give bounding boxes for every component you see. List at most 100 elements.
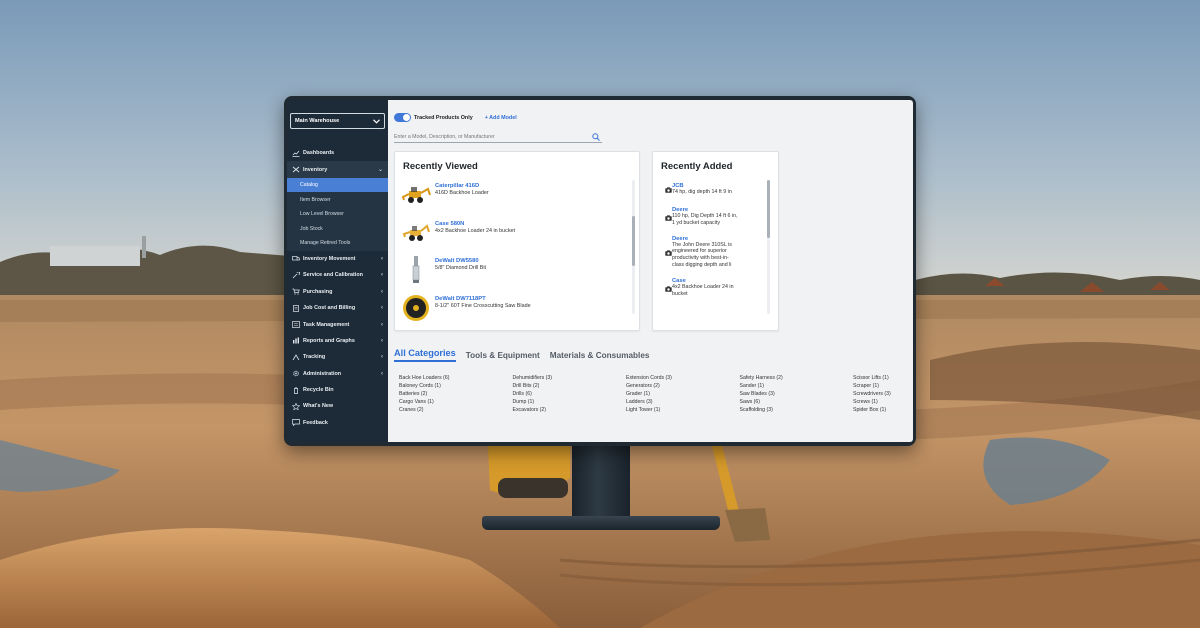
sidebar-item-job-cost-billing[interactable]: Job Cost and Billing ‹ xyxy=(287,300,388,316)
category-link[interactable]: Sander (1) xyxy=(740,382,854,390)
sidebar-item-inventory[interactable]: Inventory ⌄ xyxy=(287,161,388,178)
list-item[interactable]: DeWalt DW5580 5/8" Diamond Drill Bit xyxy=(401,255,629,293)
category-link[interactable]: Ladders (3) xyxy=(626,398,740,406)
catalog-search xyxy=(394,131,602,143)
sidebar-item-label: Purchasing xyxy=(303,288,333,295)
product-name[interactable]: DeWalt DW5580 xyxy=(435,258,486,264)
category-link[interactable]: Dehumidifiers (3) xyxy=(513,374,627,382)
list-item[interactable]: JCB 74 hp, dig depth 14 ft 9 in xyxy=(665,180,765,198)
monitor-stand-base xyxy=(482,516,720,530)
sidebar-item-task-management[interactable]: Task Management ‹ xyxy=(287,316,388,332)
category-link[interactable]: Drills (6) xyxy=(513,390,627,398)
category-link[interactable]: Cargo Vans (1) xyxy=(399,398,513,406)
sidebar-item-administration[interactable]: Administration ‹ xyxy=(287,365,388,381)
recently-added-scrollbar[interactable] xyxy=(767,180,770,314)
sidebar-item-inventory-movement[interactable]: Inventory Movement ‹ xyxy=(287,251,388,267)
category-link[interactable]: Drill Bits (2) xyxy=(513,382,627,390)
list-item[interactable]: Deere 110 hp, Dig Depth 14 ft 6 in, 1 yd… xyxy=(665,207,765,227)
tab-tools-equipment[interactable]: Tools & Equipment xyxy=(466,351,540,362)
recently-added-title: Recently Added xyxy=(661,161,733,172)
list-item[interactable]: Case 580N 4x2 Backhoe Loader 24 in bucke… xyxy=(401,218,629,256)
description-line: productivity with best-in- xyxy=(672,255,729,262)
catalog-toolbar: Tracked Products Only + Add Model xyxy=(394,113,517,122)
product-description: 416D Backhoe Loader xyxy=(435,190,489,196)
category-link[interactable]: Generators (2) xyxy=(626,382,740,390)
sidebar-item-label: Dashboards xyxy=(303,150,335,157)
sidebar-item-label: Tracking xyxy=(303,354,326,361)
product-name[interactable]: DeWalt DW7118PT xyxy=(435,296,531,302)
sidebar-subitem-item-browser[interactable]: Item Browser xyxy=(287,192,388,207)
category-link[interactable]: Cranes (2) xyxy=(399,406,513,414)
category-link[interactable]: Grader (1) xyxy=(626,390,740,398)
list-item[interactable]: Case 4x2 Backhoe Loader 24 in bucket xyxy=(665,278,765,298)
recently-viewed-scrollbar[interactable] xyxy=(632,180,635,314)
sidebar-subitem-catalog[interactable]: Catalog xyxy=(287,177,388,193)
category-link[interactable]: Baloney Cords (1) xyxy=(399,382,513,390)
category-link[interactable]: Light Tower (1) xyxy=(626,406,740,414)
scrollbar-thumb[interactable] xyxy=(767,180,770,238)
description-line: 74 hp, dig depth 14 ft 9 in xyxy=(672,188,732,195)
category-column: Back Hoe Loaders (6) Baloney Cords (1) B… xyxy=(399,374,513,414)
sidebar-subitem-job-stock[interactable]: Job Stock xyxy=(287,222,388,237)
scrollbar-thumb[interactable] xyxy=(632,216,635,266)
chevron-left-icon: ‹ xyxy=(381,321,383,328)
sidebar-item-whats-new[interactable]: What's New xyxy=(287,398,388,414)
product-description: 8-1/2" 60T Fine Crosscutting Saw Blade xyxy=(435,302,531,309)
category-link[interactable]: Safety Harness (2) xyxy=(740,374,854,382)
category-link[interactable]: Dump (1) xyxy=(513,398,627,406)
category-link[interactable]: Scaffolding (3) xyxy=(740,406,854,414)
chevron-down-icon: ⌄ xyxy=(377,167,383,174)
category-link[interactable]: Excavators (2) xyxy=(513,406,627,414)
category-column: Dehumidifiers (3) Drill Bits (2) Drills … xyxy=(513,374,627,414)
category-link[interactable]: Saw Blades (3) xyxy=(740,390,854,398)
list-item[interactable]: Caterpillar 416D 416D Backhoe Loader xyxy=(401,180,629,218)
category-link[interactable]: Spider Box (1) xyxy=(853,406,913,414)
description-line: 110 hp, Dig Depth 14 ft 6 in, xyxy=(672,213,738,219)
sidebar-subitem-manage-retired-tools[interactable]: Manage Retired Tools xyxy=(287,236,388,251)
tab-all-categories[interactable]: All Categories xyxy=(394,348,456,362)
sidebar-item-purchasing[interactable]: Purchasing ‹ xyxy=(287,284,388,300)
tab-materials-consumables[interactable]: Materials & Consumables xyxy=(550,351,650,362)
sidebar-item-feedback[interactable]: Feedback xyxy=(287,415,388,431)
category-link[interactable]: Batteries (2) xyxy=(399,390,513,398)
saw-blade-thumbnail xyxy=(401,293,431,323)
sidebar-item-recycle-bin[interactable]: Recycle Bin xyxy=(287,382,388,398)
backhoe-loader-thumbnail xyxy=(401,180,431,210)
sidebar-item-service-calibration[interactable]: Service and Calibration ‹ xyxy=(287,267,388,283)
search-icon[interactable] xyxy=(592,132,600,141)
recently-viewed-card: Recently Viewed Caterpillar 416D 416D Ba… xyxy=(394,151,640,331)
product-name[interactable]: Caterpillar 416D xyxy=(435,183,489,189)
sidebar-item-dashboards[interactable]: Dashboards xyxy=(287,145,388,161)
product-description: 74 hp, dig depth 14 ft 9 in xyxy=(672,189,732,196)
backhoe-loader-thumbnail xyxy=(401,218,431,248)
chevron-left-icon: ‹ xyxy=(381,288,383,295)
warehouse-select[interactable]: Main Warehouse xyxy=(290,113,385,129)
main-content: Tracked Products Only + Add Model Recent… xyxy=(388,100,913,442)
product-name[interactable]: Case 580N xyxy=(435,221,515,227)
category-link[interactable]: Extension Cords (3) xyxy=(626,374,740,382)
product-description: 5/8" Diamond Drill Bit xyxy=(435,265,487,271)
sidebar-subitem-low-level-browser[interactable]: Low Level Browser xyxy=(287,207,388,222)
category-link[interactable]: Screwdrivers (3) xyxy=(853,390,913,398)
category-column: Extension Cords (3) Generators (2) Grade… xyxy=(626,374,740,414)
add-model-link[interactable]: + Add Model xyxy=(485,115,517,121)
sidebar-item-label: Job Cost and Billing xyxy=(303,305,356,312)
list-item[interactable]: DeWalt DW7118PT 8-1/2" 60T Fine Crosscut… xyxy=(401,293,629,331)
search-input[interactable] xyxy=(394,133,574,140)
list-item[interactable]: Deere The John Deere 310SL is engineered… xyxy=(665,236,765,269)
category-link[interactable]: Scissor Lifts (1) xyxy=(853,374,913,382)
sidebar-item-reports-graphs[interactable]: Reports and Graphs ‹ xyxy=(287,333,388,349)
recently-viewed-list: Caterpillar 416D 416D Backhoe Loader Cas… xyxy=(401,180,629,330)
recycle-icon xyxy=(292,386,300,394)
product-description: 110 hp, Dig Depth 14 ft 6 in, 1 yd bucke… xyxy=(672,213,738,227)
category-link[interactable]: Back Hoe Loaders (6) xyxy=(399,374,513,382)
recently-added-list: JCB 74 hp, dig depth 14 ft 9 in Deere 11… xyxy=(665,180,765,302)
sidebar-nav: Dashboards Inventory ⌄ Catalog Item Brow… xyxy=(287,145,388,431)
chat-icon xyxy=(292,419,300,427)
category-link[interactable]: Screws (1) xyxy=(853,398,913,406)
sidebar-item-tracking[interactable]: Tracking ‹ xyxy=(287,349,388,365)
category-link[interactable]: Saws (6) xyxy=(740,398,854,406)
tracked-products-toggle[interactable] xyxy=(394,113,411,122)
recently-added-card: Recently Added JCB 74 hp, dig depth 14 f… xyxy=(652,151,779,331)
category-link[interactable]: Scraper (1) xyxy=(853,382,913,390)
